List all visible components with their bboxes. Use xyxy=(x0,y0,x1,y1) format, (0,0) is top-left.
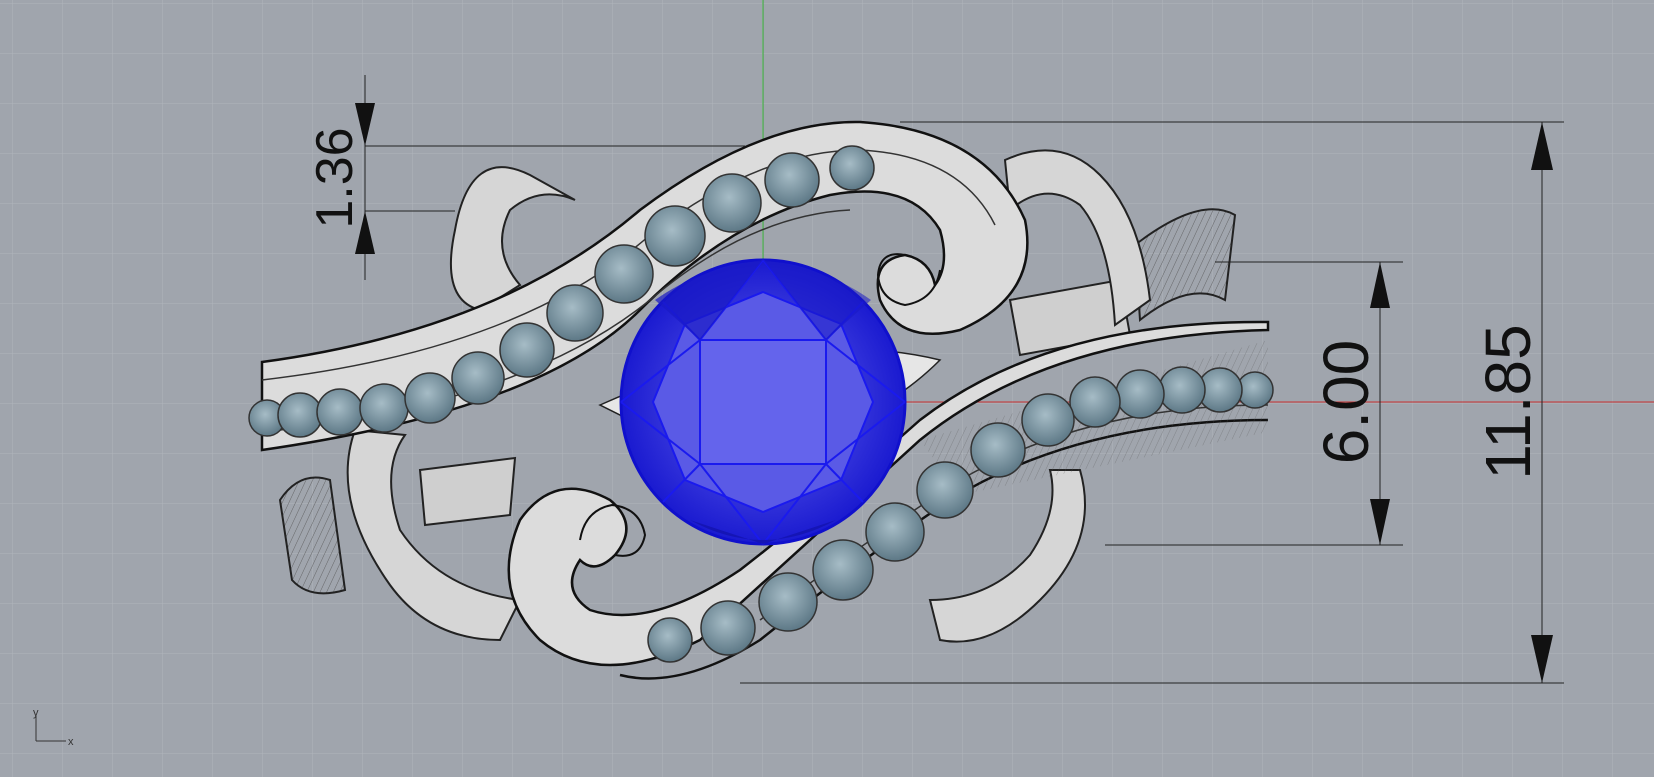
dimension-label-stone: 6.00 xyxy=(1310,340,1382,465)
dimension-label-overall: 11.85 xyxy=(1472,324,1544,479)
viewport-canvas[interactable]: 1.36 6.00 11.85 y x xyxy=(0,0,1654,777)
dimension-label-top: 1.36 xyxy=(306,127,364,228)
axis-y-label: y xyxy=(33,707,39,719)
center-stone[interactable] xyxy=(619,258,907,546)
rhino-viewport[interactable]: 1.36 6.00 11.85 y x xyxy=(0,0,1654,777)
axis-x-label: x xyxy=(68,736,74,748)
